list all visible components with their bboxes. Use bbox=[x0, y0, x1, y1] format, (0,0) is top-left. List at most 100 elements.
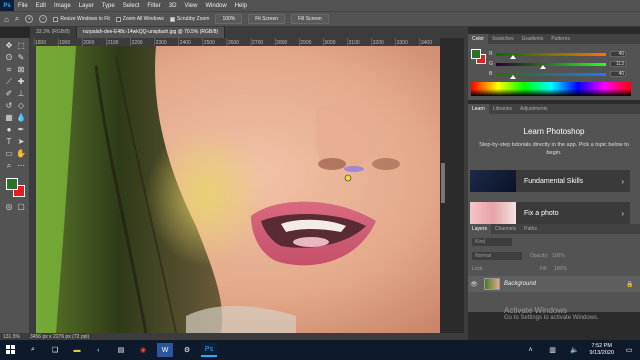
zoom-all-windows-label: Zoom All Windows bbox=[122, 16, 164, 22]
learn-card-fix-a-photo[interactable]: Fix a photo › bbox=[470, 202, 630, 224]
tab-color[interactable]: Color bbox=[468, 34, 488, 44]
tab-learn[interactable]: Learn bbox=[468, 104, 489, 114]
resize-windows-checkbox[interactable]: Resize Windows to Fit bbox=[53, 16, 110, 22]
notifications-icon[interactable]: ▭ bbox=[621, 343, 637, 357]
fill-value[interactable]: 100% bbox=[554, 266, 567, 272]
document-tab[interactable]: 33.3% (RGB/8) bbox=[30, 27, 77, 38]
path-select-tool-icon[interactable]: ➤ bbox=[15, 136, 27, 147]
green-value-field[interactable]: 113 bbox=[610, 61, 626, 67]
edge-browser-icon[interactable]: ◐ bbox=[91, 343, 107, 357]
fit-screen-button[interactable]: Fit Screen bbox=[248, 14, 286, 24]
zoom-out-icon[interactable]: − bbox=[39, 15, 48, 23]
menu-filter[interactable]: Filter bbox=[143, 3, 164, 9]
watermark-subtitle: Go to Settings to activate Windows. bbox=[504, 315, 599, 321]
home-icon[interactable]: ⌂ bbox=[4, 15, 9, 24]
menu-edit[interactable]: Edit bbox=[32, 3, 50, 9]
blue-slider-label: B bbox=[489, 71, 493, 77]
healing-brush-tool-icon[interactable]: ✚ bbox=[15, 76, 27, 87]
blue-value-field[interactable]: 40 bbox=[610, 71, 626, 77]
menu-layer[interactable]: Layer bbox=[75, 3, 98, 9]
menu-help[interactable]: Help bbox=[231, 3, 251, 9]
tray-chevron-icon[interactable]: ˄ bbox=[523, 343, 539, 357]
type-tool-icon[interactable]: T bbox=[3, 136, 15, 147]
red-slider-thumb[interactable] bbox=[510, 55, 516, 59]
quick-select-tool-icon[interactable]: ✎ bbox=[15, 52, 27, 63]
windows-start-icon[interactable] bbox=[3, 343, 19, 357]
green-slider-thumb[interactable] bbox=[540, 65, 546, 69]
blur-tool-icon[interactable]: 💧 bbox=[15, 112, 27, 123]
more-tools-icon[interactable]: ⋯ bbox=[15, 160, 27, 171]
tab-channels[interactable]: Channels bbox=[491, 224, 520, 234]
menu-image[interactable]: Image bbox=[50, 3, 75, 9]
file-explorer-icon[interactable]: ▬ bbox=[69, 343, 85, 357]
tab-gradients[interactable]: Gradients bbox=[518, 34, 548, 44]
zoom-all-windows-checkbox[interactable]: Zoom All Windows bbox=[115, 16, 164, 22]
volume-icon[interactable]: 🔈 bbox=[567, 343, 583, 357]
shape-tool-icon[interactable]: ▭ bbox=[3, 148, 15, 159]
visibility-eye-icon[interactable]: 👁 bbox=[468, 281, 480, 288]
gradient-tool-icon[interactable]: ▦ bbox=[3, 112, 15, 123]
layer-filter-kind[interactable]: Kind bbox=[472, 238, 512, 246]
marquee-tool-icon[interactable]: ⬚ bbox=[15, 40, 27, 51]
zoom-tool-icon[interactable]: ⌕ bbox=[3, 160, 15, 171]
menu-file[interactable]: File bbox=[14, 3, 32, 9]
scrubby-zoom-checkbox[interactable]: Scrubby Zoom bbox=[169, 16, 209, 22]
blend-mode-select[interactable]: Normal bbox=[472, 252, 522, 260]
tab-libraries[interactable]: Libraries bbox=[489, 104, 516, 114]
zoom-in-icon[interactable]: + bbox=[25, 15, 34, 23]
clone-stamp-tool-icon[interactable]: ⊥ bbox=[15, 88, 27, 99]
menu-3d[interactable]: 3D bbox=[165, 3, 181, 9]
menu-type[interactable]: Type bbox=[98, 3, 119, 9]
clock[interactable]: 7:52 PM 9/13/2020 bbox=[586, 343, 618, 357]
canvas-scroll-area[interactable] bbox=[440, 38, 464, 333]
menu-select[interactable]: Select bbox=[119, 3, 144, 9]
color-spectrum-bar[interactable] bbox=[471, 82, 631, 96]
zoom-level: 131.5% bbox=[3, 333, 20, 340]
opacity-value[interactable]: 100% bbox=[552, 253, 565, 259]
green-slider-track[interactable] bbox=[496, 63, 606, 66]
menu-window[interactable]: Window bbox=[201, 3, 230, 9]
color-panel-foreground-swatch[interactable] bbox=[471, 49, 481, 59]
network-icon[interactable]: ▥ bbox=[545, 343, 561, 357]
tab-layers[interactable]: Layers bbox=[468, 224, 492, 234]
screen-mode-icon[interactable]: ▢ bbox=[15, 201, 27, 212]
task-view-icon[interactable]: ❑ bbox=[47, 343, 63, 357]
settings-icon[interactable]: ⚙ bbox=[179, 343, 195, 357]
store-icon[interactable]: ▤ bbox=[113, 343, 129, 357]
brush-tool-icon[interactable]: ✐ bbox=[3, 88, 15, 99]
lasso-tool-icon[interactable]: ʘ bbox=[3, 52, 15, 63]
crop-tool-icon[interactable]: ⌗ bbox=[3, 64, 15, 75]
checkbox-box-checked bbox=[169, 16, 175, 22]
zoom-100-button[interactable]: 100% bbox=[215, 14, 243, 24]
hand-tool-icon[interactable]: ✋ bbox=[15, 148, 27, 159]
learn-subtitle: Step-by-step tutorials directly in the a… bbox=[479, 142, 629, 156]
zoom-tool-icon[interactable]: ⌕ bbox=[15, 14, 19, 24]
image-canvas[interactable] bbox=[36, 46, 440, 333]
tab-patterns[interactable]: Patterns bbox=[547, 34, 574, 44]
layer-row-background[interactable]: 👁 Background 🔒 bbox=[468, 276, 640, 292]
blue-slider-thumb[interactable] bbox=[510, 75, 516, 79]
quick-mask-icon[interactable]: ◎ bbox=[3, 201, 15, 212]
history-brush-tool-icon[interactable]: ↺ bbox=[3, 100, 15, 111]
menu-view[interactable]: View bbox=[180, 3, 201, 9]
photoshop-taskbar-icon[interactable]: Ps bbox=[201, 343, 217, 357]
move-tool-icon[interactable]: ✥ bbox=[3, 40, 15, 51]
foreground-color-swatch[interactable] bbox=[6, 178, 18, 190]
pen-tool-icon[interactable]: ✒ bbox=[15, 124, 27, 135]
tab-paths[interactable]: Paths bbox=[520, 224, 541, 234]
dodge-tool-icon[interactable]: ● bbox=[3, 124, 15, 135]
eyedropper-tool-icon[interactable]: ⟋ bbox=[3, 76, 15, 87]
tab-swatches[interactable]: Swatches bbox=[488, 34, 518, 44]
word-icon[interactable]: W bbox=[157, 343, 173, 357]
tab-adjustments[interactable]: Adjustments bbox=[516, 104, 552, 114]
frame-tool-icon[interactable]: ⊠ bbox=[15, 64, 27, 75]
chrome-icon[interactable]: ◉ bbox=[135, 343, 151, 357]
search-icon[interactable]: ⌕ bbox=[25, 343, 41, 357]
document-size: 3456 px x 2276 px (72 ppi) bbox=[29, 333, 90, 340]
vertical-scrollbar-thumb[interactable] bbox=[441, 163, 445, 203]
red-value-field[interactable]: 40 bbox=[610, 51, 626, 57]
document-tab-active[interactable]: nurpalah-dee-E48c-14wkQQ-unsplash.jpg @ … bbox=[76, 27, 226, 38]
eraser-tool-icon[interactable]: ◇ bbox=[15, 100, 27, 111]
fill-screen-button[interactable]: Fill Screen bbox=[291, 14, 329, 24]
learn-card-fundamental-skills[interactable]: Fundamental Skills › bbox=[470, 170, 630, 192]
